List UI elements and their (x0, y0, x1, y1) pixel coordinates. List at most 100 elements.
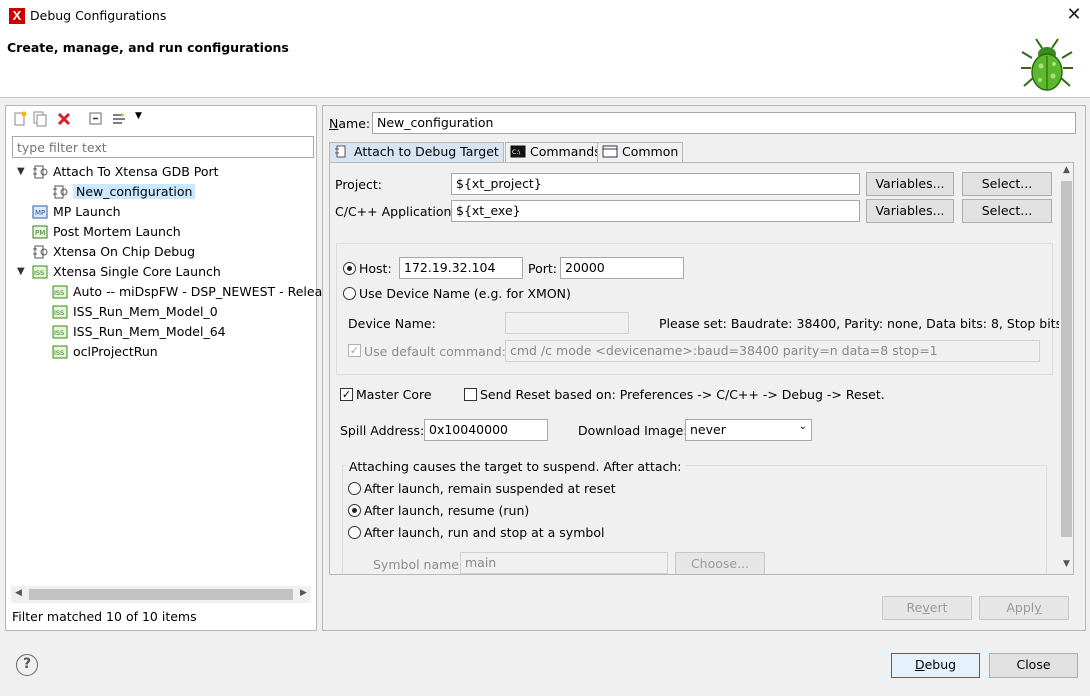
resume-label: After launch, resume (run) (364, 503, 530, 518)
dialog-header: Create, manage, and run configurations (0, 32, 1090, 98)
stop-at-symbol-radio[interactable] (348, 526, 361, 539)
port-label: Port: (528, 261, 557, 276)
tree-item-iss-mem-64[interactable]: ISS ISS_Run_Mem_Model_64 (52, 322, 226, 342)
name-label: Name: (329, 116, 371, 131)
svg-text:PM: PM (35, 229, 45, 237)
device-name-radio[interactable] (343, 287, 356, 300)
horizontal-scrollbar[interactable]: ◀ ▶ (11, 586, 311, 603)
resume-radio[interactable] (348, 504, 361, 517)
close-button[interactable]: Close (989, 653, 1078, 678)
default-command-checkbox[interactable]: ✓ (348, 344, 361, 357)
tree-item-label: ISS_Run_Mem_Model_64 (73, 324, 226, 339)
send-reset-checkbox[interactable] (464, 388, 477, 401)
window-title: Debug Configurations (30, 8, 167, 23)
collapse-all-icon[interactable] (88, 111, 104, 127)
spill-address-input[interactable]: 0x10040000 (424, 419, 548, 441)
svg-text:MP: MP (35, 209, 45, 217)
scroll-left-icon[interactable]: ◀ (11, 588, 26, 598)
tree-item-mp-launch[interactable]: MP MP Launch (32, 202, 121, 222)
application-label: C/C++ Application: (335, 204, 456, 219)
revert-button[interactable]: Revert (882, 596, 972, 620)
project-select-button[interactable]: Select... (962, 172, 1052, 196)
new-configuration-icon[interactable] (12, 111, 28, 127)
project-input[interactable]: ${xt_project} (451, 173, 860, 195)
host-radio[interactable] (343, 262, 356, 275)
device-name-input[interactable] (505, 312, 629, 334)
view-menu-chevron-icon[interactable]: ▼ (135, 111, 142, 121)
symbol-name-input[interactable]: main (460, 552, 668, 574)
scroll-up-icon[interactable]: ▲ (1059, 165, 1073, 175)
port-input[interactable]: 20000 (560, 257, 684, 279)
application-variables-button[interactable]: Variables... (866, 199, 954, 223)
iss-icon: ISS (52, 305, 68, 319)
scroll-down-icon[interactable]: ▼ (1059, 559, 1073, 569)
tree-item-attach-gdb[interactable]: Attach To Xtensa GDB Port (32, 162, 219, 182)
svg-text:ISS: ISS (34, 269, 44, 277)
host-input[interactable]: 172.19.32.104 (399, 257, 523, 279)
download-image-select[interactable]: never ⌄ (685, 419, 812, 441)
tree-item-auto-midspfw[interactable]: ISS Auto -- miDspFW - DSP_NEWEST - Releas (52, 282, 329, 302)
remain-suspended-radio[interactable] (348, 482, 361, 495)
tree-item-label: Attach To Xtensa GDB Port (53, 164, 219, 179)
delete-icon[interactable] (56, 111, 72, 127)
attach-gdb-icon (33, 165, 48, 179)
device-settings-hint: Please set: Baudrate: 38400, Parity: non… (659, 316, 1074, 331)
mp-launch-icon: MP (32, 205, 48, 219)
tab-common[interactable]: Common (597, 142, 684, 162)
iss-icon: ISS (32, 265, 48, 279)
dialog-title: Create, manage, and run configurations (7, 40, 289, 55)
send-reset-label: Send Reset based on: Preferences -> C/C+… (480, 387, 885, 402)
debug-button[interactable]: Debug (891, 653, 980, 678)
download-image-label: Download Image: (578, 423, 688, 438)
scrollbar-thumb[interactable] (1061, 181, 1072, 537)
tree-item-single-core[interactable]: ISS Xtensa Single Core Launch (32, 262, 221, 282)
expand-chevron-icon[interactable]: ▼ (17, 266, 29, 277)
svg-text:C:\: C:\ (512, 149, 521, 156)
configuration-tree-panel: ▼ ▼ Attach To Xtensa GDB Port New_config… (5, 105, 329, 631)
application-select-button[interactable]: Select... (962, 199, 1052, 223)
name-input[interactable]: New_configuration (372, 112, 1076, 134)
help-icon[interactable]: ? (16, 654, 38, 676)
attach-tab-content: Project: ${xt_project} Variables... Sele… (329, 162, 1074, 575)
configuration-editor-panel: Name: New_configuration Attach to Debug … (322, 105, 1086, 631)
default-command-input[interactable]: cmd /c mode <devicename>:baud=38400 pari… (505, 340, 1040, 362)
tab-commands[interactable]: C:\ Commands (505, 142, 606, 162)
tree-item-label: Post Mortem Launch (53, 224, 181, 239)
apply-button[interactable]: Apply (979, 596, 1069, 620)
expand-chevron-icon[interactable]: ▼ (17, 166, 29, 177)
attach-gdb-icon (53, 185, 68, 199)
tree-item-new-configuration[interactable]: New_configuration (52, 182, 196, 202)
vertical-scrollbar[interactable]: ▲ ▼ (1059, 163, 1073, 574)
application-input[interactable]: ${xt_exe} (451, 200, 860, 222)
tree-item-ocl-project-run[interactable]: ISS oclProjectRun (52, 342, 158, 362)
filter-icon[interactable] (111, 111, 127, 127)
iss-icon: ISS (52, 285, 68, 299)
host-label: Host: (359, 261, 392, 276)
svg-text:ISS: ISS (54, 289, 64, 297)
tab-label: Attach to Debug Target (354, 144, 499, 159)
window-close-button[interactable]: ✕ (1062, 4, 1086, 26)
filter-status-text: Filter matched 10 of 10 items (12, 609, 197, 624)
iss-icon: ISS (52, 345, 68, 359)
tree-item-label: ISS_Run_Mem_Model_0 (73, 304, 218, 319)
tree-item-label: Xtensa On Chip Debug (53, 244, 196, 259)
device-name-label: Device Name: (348, 316, 436, 331)
use-device-name-label: Use Device Name (e.g. for XMON) (359, 286, 571, 301)
tab-attach-to-debug-target[interactable]: Attach to Debug Target (329, 142, 504, 163)
master-core-checkbox[interactable]: ✓ (340, 388, 353, 401)
stop-at-symbol-label: After launch, run and stop at a symbol (364, 525, 605, 540)
scroll-right-icon[interactable]: ▶ (296, 588, 311, 598)
tree-item-iss-mem-0[interactable]: ISS ISS_Run_Mem_Model_0 (52, 302, 218, 322)
filter-input[interactable] (12, 136, 314, 158)
scrollbar-thumb[interactable] (29, 589, 293, 600)
tree-item-post-mortem[interactable]: PM Post Mortem Launch (32, 222, 181, 242)
default-command-label: Use default command: (364, 344, 506, 359)
common-tab-icon (602, 145, 618, 158)
app-logo-icon: X (9, 8, 25, 24)
duplicate-icon[interactable] (32, 111, 48, 127)
choose-symbol-button[interactable]: Choose... (675, 552, 765, 574)
project-variables-button[interactable]: Variables... (866, 172, 954, 196)
on-chip-debug-icon (33, 245, 48, 259)
tree-item-on-chip-debug[interactable]: Xtensa On Chip Debug (32, 242, 195, 262)
master-core-label: Master Core (356, 387, 432, 402)
